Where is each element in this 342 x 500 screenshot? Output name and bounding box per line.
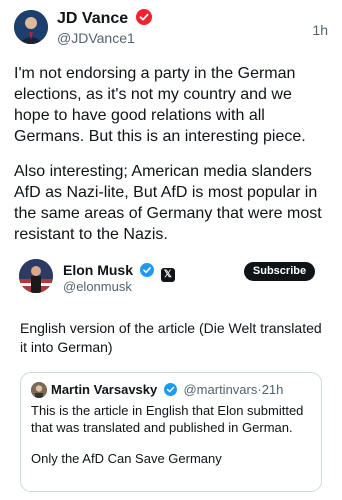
author-avatar[interactable]	[14, 10, 48, 44]
verified-badge-icon	[163, 383, 177, 396]
nested-author-handle[interactable]: @martinvars	[183, 382, 257, 397]
nested-author-name[interactable]: Martin Varsavsky	[51, 382, 157, 397]
nested-author-avatar[interactable]	[31, 382, 47, 398]
subscribe-button[interactable]: Subscribe	[244, 262, 315, 281]
nested-quote-text: This is the article in English that Elon…	[31, 403, 304, 435]
quoted-tweet-text: English version of the article (Die Welt…	[20, 320, 322, 355]
author-handle[interactable]: @JDVance1	[57, 30, 135, 46]
verified-badge-icon	[139, 263, 154, 277]
nested-author-line: Martin Varsavsky @martinvars·21h	[51, 382, 283, 397]
verified-badge-icon	[135, 9, 152, 25]
quoted-author-avatar[interactable]	[19, 259, 53, 293]
quoted-author-name-text[interactable]: Elon Musk	[63, 262, 133, 278]
quoted-author-handle[interactable]: @elonmusk	[63, 279, 132, 294]
tweet-text-paragraph-1: I'm not endorsing a party in the German …	[14, 65, 306, 145]
tweet-text-paragraph-2: Also interesting; American media slander…	[14, 163, 322, 243]
author-name[interactable]: JD Vance	[57, 9, 152, 28]
nested-timestamp[interactable]: 21h	[262, 382, 284, 397]
author-name-text[interactable]: JD Vance	[57, 10, 128, 27]
x-logo-icon: 𝕏	[160, 268, 175, 282]
timestamp[interactable]: 1h	[312, 22, 328, 38]
article-title[interactable]: Only the AfD Can Save Germany	[31, 450, 222, 467]
